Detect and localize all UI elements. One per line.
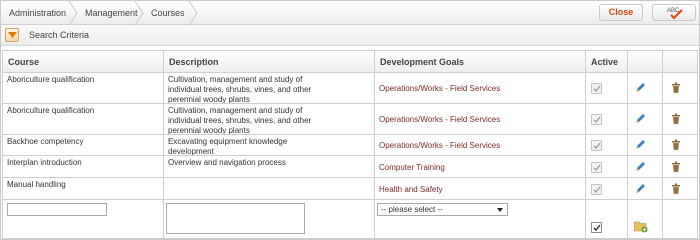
development-goal-cell: Operations/Works - Field Services <box>375 104 586 135</box>
chevron-down-icon <box>497 208 503 212</box>
active-cell <box>586 73 628 104</box>
column-header-course[interactable]: Course <box>2 50 164 73</box>
trash-icon[interactable] <box>670 161 682 173</box>
active-cell <box>586 104 628 135</box>
delete-cell <box>663 73 698 104</box>
chevron-down-icon <box>8 32 17 38</box>
column-header-description[interactable]: Description <box>164 50 375 73</box>
search-criteria-toggle[interactable] <box>5 28 19 42</box>
delete-cell <box>663 135 698 156</box>
column-header-active[interactable]: Active <box>586 50 628 73</box>
checkmark-icon <box>593 85 601 92</box>
development-goal-text: Operations/Works - Field Services <box>379 141 501 150</box>
checkmark-icon <box>593 186 601 193</box>
edit-cell <box>628 156 663 178</box>
checkmark-icon <box>593 224 601 231</box>
edit-cell <box>628 73 663 104</box>
edit-cell <box>628 135 663 156</box>
course-name-cell: Aboriculture qualification <box>2 73 164 104</box>
spellcheck-icon: ABC <box>667 8 683 20</box>
development-goal-text: Operations/Works - Field Services <box>379 115 501 124</box>
new-course-cell <box>2 200 164 239</box>
search-criteria-label: Search Criteria <box>29 30 90 40</box>
development-goal-cell: Computer Training <box>375 156 586 178</box>
trash-icon[interactable] <box>670 183 682 195</box>
active-checkbox[interactable] <box>591 83 602 94</box>
column-header-delete <box>663 50 698 73</box>
add-cell <box>628 200 663 239</box>
development-goal-cell: Operations/Works - Field Services <box>375 135 586 156</box>
checkmark-icon <box>593 116 601 123</box>
checkmark-icon <box>593 164 601 171</box>
folder-add-icon[interactable] <box>634 220 648 233</box>
breadcrumb: Administration Management Courses Close … <box>1 1 699 25</box>
close-button[interactable]: Close <box>599 4 643 21</box>
course-name-cell: Manual handling <box>2 178 164 200</box>
description-cell: Overview and navigation process <box>164 156 375 178</box>
active-checkbox[interactable] <box>591 162 602 173</box>
description-cell: Excavating equipment knowledge developme… <box>164 135 375 156</box>
development-goal-text: Operations/Works - Field Services <box>379 84 501 93</box>
trash-icon[interactable] <box>670 82 682 94</box>
checkmark-icon <box>593 142 601 149</box>
edit-cell <box>628 104 663 135</box>
pencil-icon[interactable] <box>634 161 646 173</box>
new-description-textarea[interactable] <box>166 203 305 234</box>
column-header-edit <box>628 50 663 73</box>
new-active-checkbox[interactable] <box>591 222 602 233</box>
course-name-cell: Interplan introduction <box>2 156 164 178</box>
delete-cell <box>663 178 698 200</box>
development-goal-cell: Health and Safety <box>375 178 586 200</box>
active-checkbox[interactable] <box>591 114 602 125</box>
breadcrumb-management[interactable]: Management <box>77 1 138 25</box>
course-name-cell: Backhoe competency <box>2 135 164 156</box>
column-header-development-goals[interactable]: Development Goals <box>375 50 586 73</box>
pencil-icon[interactable] <box>634 139 646 151</box>
delete-cell <box>663 104 698 135</box>
search-criteria-bar: Search Criteria <box>1 25 699 46</box>
delete-cell <box>663 156 698 178</box>
development-goal-text: Health and Safety <box>379 185 443 194</box>
new-active-cell <box>586 200 628 239</box>
active-checkbox[interactable] <box>591 184 602 195</box>
spellcheck-button[interactable]: ABC <box>652 4 696 21</box>
empty-cell <box>663 200 698 239</box>
new-goal-cell: -- please select -- <box>375 200 586 239</box>
active-cell <box>586 178 628 200</box>
pencil-icon[interactable] <box>634 113 646 125</box>
active-checkbox[interactable] <box>591 140 602 151</box>
active-cell <box>586 135 628 156</box>
development-goal-select-value: -- please select -- <box>381 205 443 214</box>
development-goal-text: Computer Training <box>379 163 445 172</box>
new-course-input[interactable] <box>7 203 107 216</box>
breadcrumb-courses[interactable]: Courses <box>143 1 185 25</box>
active-cell <box>586 156 628 178</box>
course-name-cell: Aboriculture qualification <box>2 104 164 135</box>
development-goal-cell: Operations/Works - Field Services <box>375 73 586 104</box>
breadcrumb-separator-icon <box>187 1 199 25</box>
trash-icon[interactable] <box>670 113 682 125</box>
breadcrumb-administration[interactable]: Administration <box>1 1 66 25</box>
description-cell: Cultivation, management and study of ind… <box>164 73 375 104</box>
development-goal-select[interactable]: -- please select -- <box>377 203 508 216</box>
courses-window: Administration Management Courses Close … <box>0 0 700 240</box>
new-description-cell <box>164 200 375 239</box>
trash-icon[interactable] <box>670 139 682 151</box>
description-cell <box>164 178 375 200</box>
pencil-icon[interactable] <box>634 82 646 94</box>
pencil-icon[interactable] <box>634 183 646 195</box>
description-cell: Cultivation, management and study of ind… <box>164 104 375 135</box>
edit-cell <box>628 178 663 200</box>
